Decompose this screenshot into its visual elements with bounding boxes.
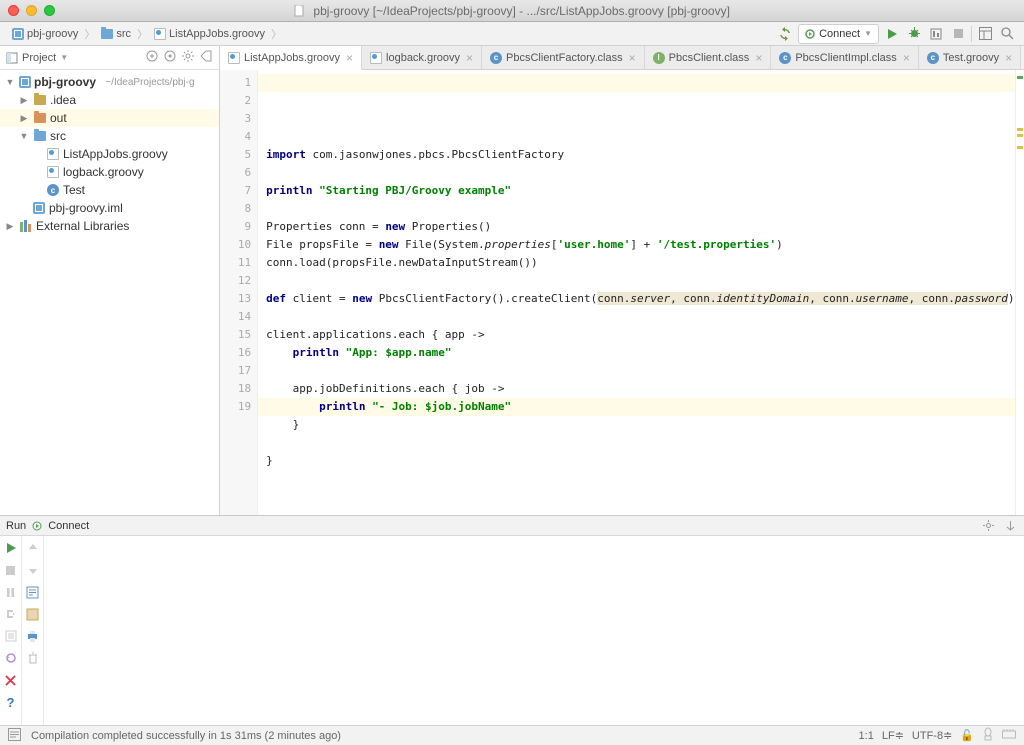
tree-file-listapp[interactable]: ListAppJobs.groovy (0, 145, 219, 163)
code-editor[interactable]: 12345678910111213141516171819 import com… (220, 70, 1024, 515)
stop-button[interactable] (3, 562, 19, 578)
close-tab-icon[interactable]: × (903, 51, 910, 65)
tree-file-test[interactable]: cTest (0, 181, 219, 199)
editor-tab[interactable]: cPbcsClientFactory.class× (482, 46, 645, 69)
down-icon[interactable] (25, 562, 41, 578)
navigation-toolbar: pbj-groovy 〉 src 〉 ListAppJobs.groovy 〉 … (0, 22, 1024, 46)
run-tool-window: Run Connect ? (0, 515, 1024, 725)
run-config-icon (32, 521, 42, 531)
exit-button[interactable] (3, 606, 19, 622)
scroll-end-icon[interactable] (25, 606, 41, 622)
caret-position[interactable]: 1:1 (859, 730, 874, 742)
hide-icon[interactable] (199, 49, 213, 66)
toolbar-actions: Connect ▼ (776, 24, 1016, 44)
hector-icon[interactable] (982, 727, 994, 744)
search-icon[interactable] (998, 25, 1016, 43)
close-tab-icon[interactable]: × (466, 51, 473, 65)
code-content[interactable]: import com.jasonwjones.pbcs.PbcsClientFa… (258, 70, 1014, 515)
messages-icon[interactable] (8, 728, 21, 744)
tree-file-logback[interactable]: logback.groovy (0, 163, 219, 181)
run-actions-col-1: ? (0, 536, 22, 725)
breadcrumb: pbj-groovy 〉 src 〉 ListAppJobs.groovy 〉 (8, 26, 770, 42)
tree-external-libs[interactable]: ▶External Libraries (0, 217, 219, 235)
chevron-icon: 〉 (271, 26, 282, 42)
crumb-file[interactable]: ListAppJobs.groovy (150, 27, 269, 41)
line-separator[interactable]: LF≑ (882, 729, 904, 742)
gear-icon[interactable] (181, 49, 195, 66)
chevron-icon: 〉 (84, 26, 95, 42)
editor-tab[interactable]: ListAppJobs.groovy× (220, 46, 362, 70)
locate-icon[interactable] (163, 49, 177, 66)
editor-tab[interactable]: cTest.groovy× (919, 46, 1021, 69)
line-gutter: 12345678910111213141516171819 (220, 70, 258, 515)
lock-icon[interactable]: 🔓 (960, 729, 974, 742)
run-config-name[interactable]: Connect (48, 520, 89, 532)
print-icon[interactable] (25, 628, 41, 644)
run-console-output[interactable] (44, 536, 1024, 725)
editor-tab[interactable]: logback.groovy× (362, 46, 482, 69)
stop-button[interactable] (949, 25, 967, 43)
close-button[interactable] (3, 672, 19, 688)
crumb-src[interactable]: src (97, 27, 135, 41)
layout-button[interactable] (976, 25, 994, 43)
clear-icon[interactable] (25, 650, 41, 666)
tree-root[interactable]: ▼pbj-groovy ~/IdeaProjects/pbj-g (0, 73, 219, 91)
project-tree[interactable]: ▼pbj-groovy ~/IdeaProjects/pbj-g ▶.idea … (0, 70, 219, 515)
editor-tab[interactable]: cPbcsClientImpl.class× (771, 46, 919, 69)
collapse-icon[interactable] (145, 49, 159, 66)
run-tool-title[interactable]: Run (6, 520, 26, 532)
project-tool-header: Project ▼ (0, 46, 219, 70)
up-icon[interactable] (25, 540, 41, 556)
tree-file-iml[interactable]: pbj-groovy.iml (0, 199, 219, 217)
sync-icon[interactable] (776, 25, 794, 43)
restore-button[interactable] (3, 650, 19, 666)
status-message: Compilation completed successfully in 1s… (31, 730, 341, 742)
dump-button[interactable] (3, 628, 19, 644)
gear-icon[interactable] (980, 518, 996, 534)
marker-stripe[interactable] (1015, 70, 1024, 515)
project-tool-window: Project ▼ ▼pbj-groovy ~/IdeaProjects/pbj… (0, 46, 220, 515)
window-title: pbj-groovy [~/IdeaProjects/pbj-groovy] -… (0, 4, 1024, 18)
close-tab-icon[interactable]: × (629, 51, 636, 65)
memory-icon[interactable] (1002, 729, 1016, 743)
run-button[interactable] (883, 25, 901, 43)
chevron-icon: 〉 (137, 26, 148, 42)
run-actions-col-2 (22, 536, 44, 725)
softwrap-icon[interactable] (25, 584, 41, 600)
file-encoding[interactable]: UTF-8≑ (912, 729, 952, 742)
run-config-selector[interactable]: Connect ▼ (798, 24, 879, 44)
tree-node-idea[interactable]: ▶.idea (0, 91, 219, 109)
project-tool-title[interactable]: Project (22, 52, 56, 64)
run-tool-header: Run Connect (0, 516, 1024, 536)
debug-button[interactable] (905, 25, 923, 43)
tree-node-src[interactable]: ▼src (0, 127, 219, 145)
tree-node-out[interactable]: ▶out (0, 109, 219, 127)
editor-tabs: ListAppJobs.groovy×logback.groovy×cPbcsC… (220, 46, 1024, 70)
editor-tab[interactable]: IPbcsClient.class× (645, 46, 772, 69)
pause-button[interactable] (3, 584, 19, 600)
editor-area: ListAppJobs.groovy×logback.groovy×cPbcsC… (220, 46, 1024, 515)
crumb-project[interactable]: pbj-groovy (8, 27, 82, 41)
status-bar: Compilation completed successfully in 1s… (0, 725, 1024, 745)
coverage-button[interactable] (927, 25, 945, 43)
project-icon (6, 52, 18, 64)
window-titlebar: pbj-groovy [~/IdeaProjects/pbj-groovy] -… (0, 0, 1024, 22)
hide-icon[interactable] (1002, 518, 1018, 534)
close-tab-icon[interactable]: × (1005, 51, 1012, 65)
rerun-button[interactable] (3, 540, 19, 556)
close-tab-icon[interactable]: × (755, 51, 762, 65)
help-icon[interactable]: ? (3, 694, 19, 710)
close-tab-icon[interactable]: × (346, 51, 353, 65)
